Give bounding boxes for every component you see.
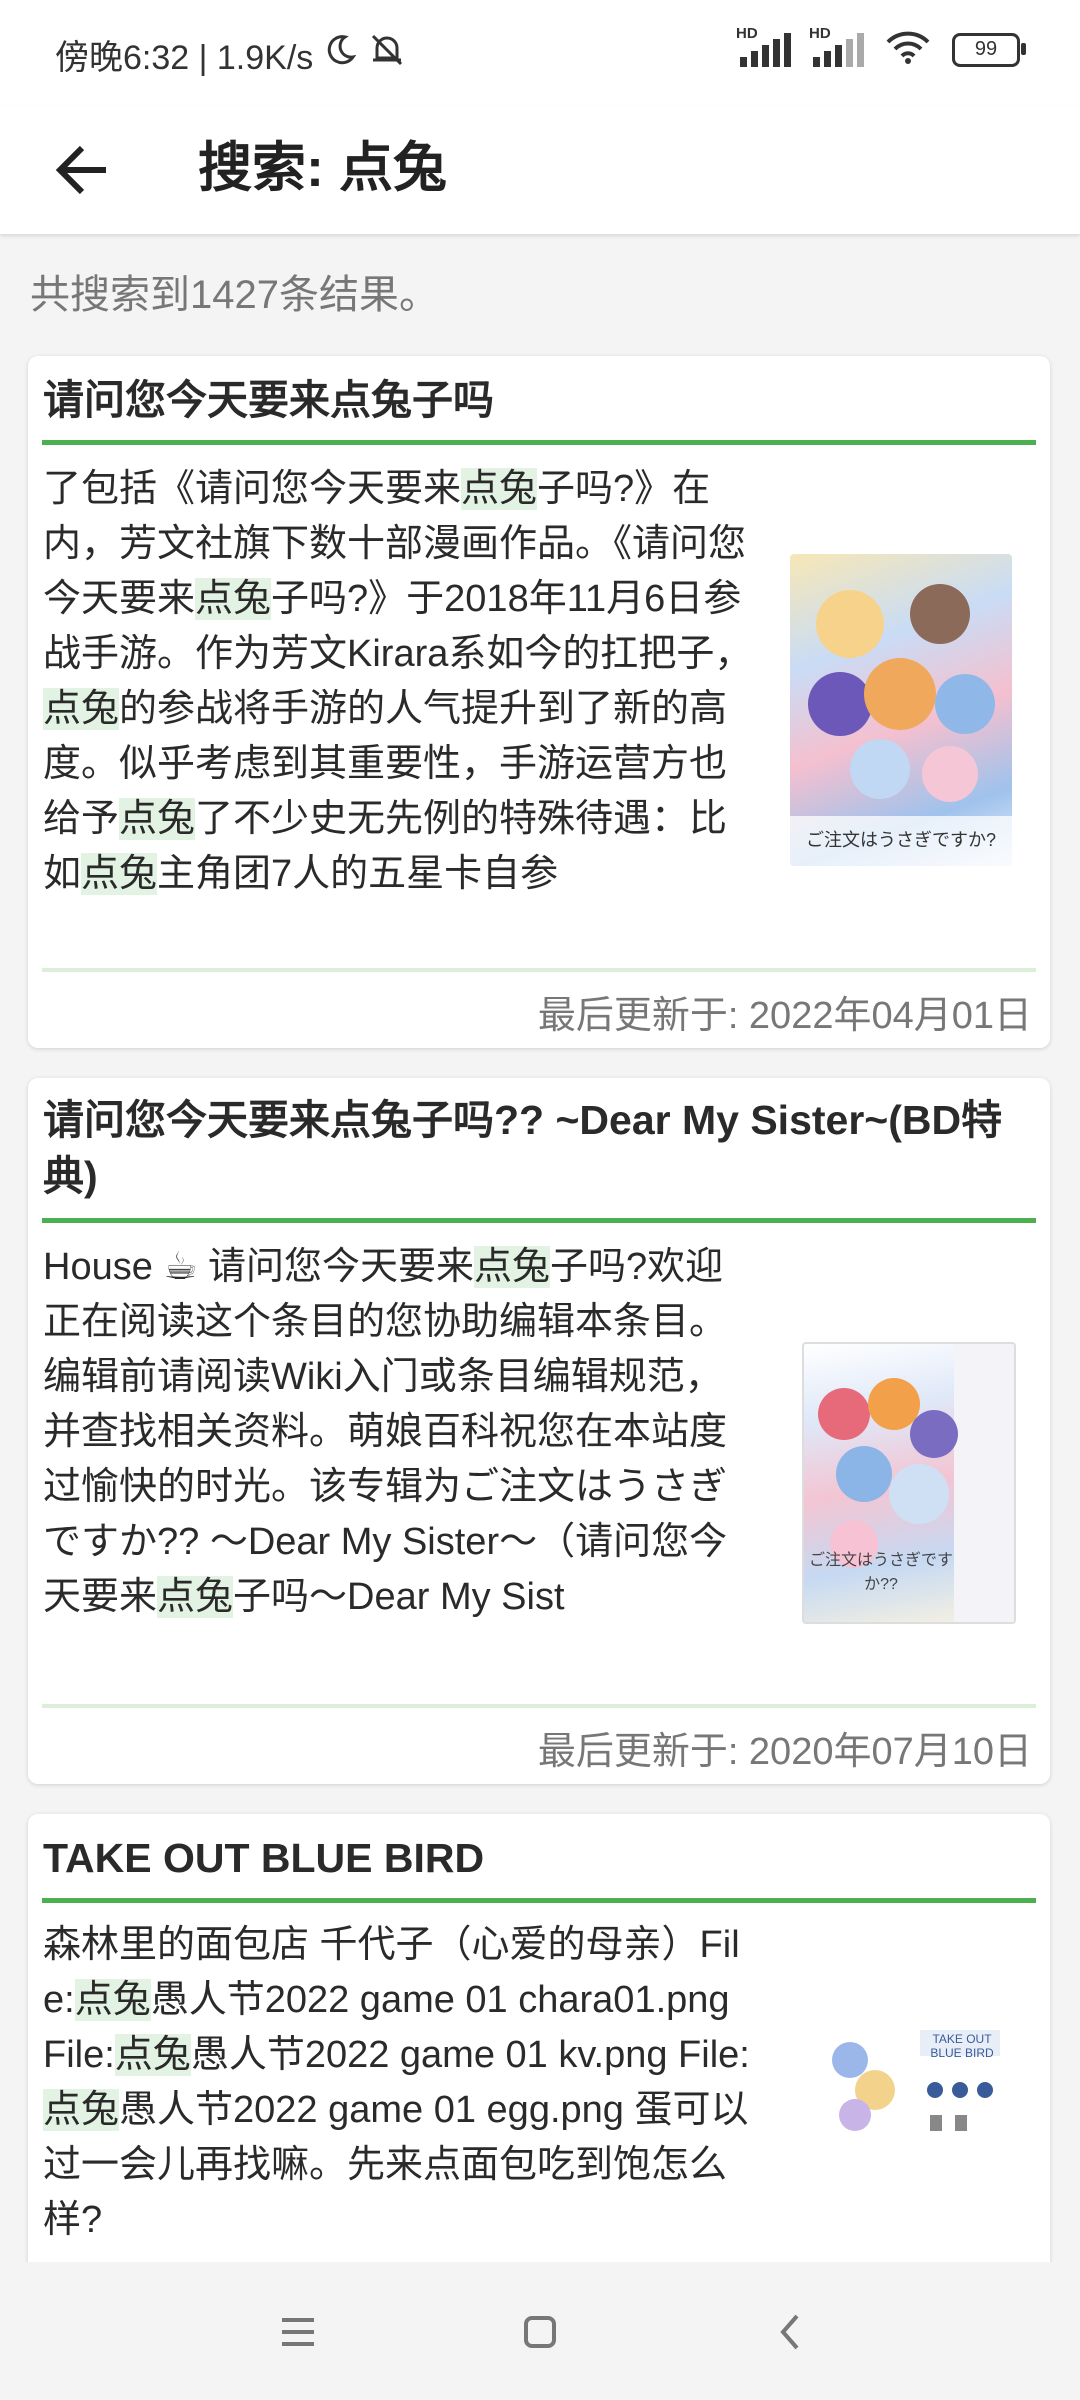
thumbnail-caption: ご注文はうさぎですか?? — [808, 1552, 953, 1593]
snippet-text: 了包括《请问您今天要来 — [43, 468, 462, 510]
keyword-highlight: 点兔 — [114, 2034, 191, 2076]
result-card[interactable]: TAKE OUT BLUE BIRD 森林里的面包店 千代子（心爱的母亲）Fil… — [28, 1814, 1050, 2274]
keyword-highlight: 点兔 — [474, 1246, 551, 1288]
snippet-text: House ☕ 请问您今天要来 — [43, 1246, 475, 1288]
battery-level: 99 — [974, 38, 998, 60]
thumbnail-caption: TAKE OUT BLUE BIRD — [930, 2032, 994, 2060]
back-chevron-icon — [780, 2314, 799, 2350]
battery-icon: 99 — [952, 32, 1026, 67]
app-bar: 搜索: 点兔 — [0, 106, 1080, 234]
result-thumbnail[interactable]: ご注文はうさぎですか?? — [802, 1342, 1016, 1624]
result-snippet: 了包括《请问您今天要来点兔子吗?》在内，芳文社旗下数十部漫画作品。《请问您今天要… — [43, 462, 758, 902]
keyword-highlight: 点兔 — [43, 688, 120, 730]
result-title: TAKE OUT BLUE BIRD — [43, 1835, 485, 1881]
navigation-bar — [0, 2262, 1080, 2400]
menu-button[interactable] — [268, 2302, 328, 2362]
keyword-highlight: 点兔 — [81, 853, 158, 895]
snippet-text: 子吗?欢迎正在阅读这个条目的您协助编辑本条目。编辑前请阅读Wiki入门或条目编辑… — [43, 1246, 728, 1618]
page-title: 搜索: 点兔 — [198, 138, 447, 198]
thumbnail-caption: ご注文はうさぎですか? — [805, 830, 996, 850]
status-bar: 傍晚6:32 | 1.9K/s HD HD 99 — [0, 0, 1080, 106]
keyword-highlight: 点兔 — [74, 1979, 151, 2021]
updated-date: 最后更新于: 2020年07月10日 — [537, 1731, 1032, 1773]
back-button[interactable] — [42, 130, 122, 210]
anime-artwork — [790, 584, 1012, 866]
result-snippet: 森林里的面包店 千代子（心爱的母亲）File:点兔愚人节2022 game 01… — [43, 1918, 758, 2248]
result-count: 共搜索到1427条结果。 — [30, 273, 439, 317]
moon-icon — [323, 33, 357, 76]
snippet-text: 愚人节2022 game 01 kv.png File: — [190, 2034, 750, 2076]
snippet-text: 主角团7人的五星卡自参 — [157, 853, 559, 895]
signal-icon: HD — [809, 25, 864, 67]
result-title: 请问您今天要来点兔子吗?? ~Dear My Sister~(BD特典) — [43, 1097, 1003, 1199]
result-thumbnail[interactable]: ご注文はうさぎですか? — [790, 554, 1012, 866]
network-type-label: HD — [809, 24, 831, 42]
keyword-highlight: 点兔 — [461, 468, 538, 510]
result-card[interactable]: 请问您今天要来点兔子吗 了包括《请问您今天要来点兔子吗?》在内，芳文社旗下数十部… — [28, 356, 1050, 1048]
footer-divider — [42, 968, 1036, 972]
result-title: 请问您今天要来点兔子吗 — [43, 377, 494, 423]
keyword-highlight: 点兔 — [119, 798, 196, 840]
result-card[interactable]: 请问您今天要来点兔子吗?? ~Dear My Sister~(BD特典) Hou… — [28, 1078, 1050, 1784]
network-type-label: HD — [736, 24, 758, 42]
wifi-icon — [886, 30, 930, 69]
home-button[interactable] — [510, 2302, 570, 2362]
updated-date: 最后更新于: 2022年04月01日 — [537, 995, 1032, 1037]
system-back-button[interactable] — [760, 2302, 820, 2362]
keyword-highlight: 点兔 — [195, 578, 272, 620]
back-arrow-icon — [55, 145, 106, 195]
title-divider — [42, 1218, 1036, 1223]
result-thumbnail[interactable]: TAKE OUT BLUE BIRD — [820, 2020, 1016, 2144]
mute-bell-icon — [367, 32, 407, 77]
footer-divider — [42, 1704, 1036, 1708]
menu-icon — [282, 2318, 314, 2346]
result-snippet: House ☕ 请问您今天要来点兔子吗?欢迎正在阅读这个条目的您协助编辑本条目。… — [43, 1240, 758, 1625]
status-time: 傍晚6:32 | 1.9K/s — [55, 39, 314, 77]
home-icon — [524, 2316, 556, 2348]
snippet-text: 子吗〜Dear My Sist — [233, 1576, 565, 1618]
title-divider — [42, 440, 1036, 445]
signal-icon: HD — [736, 25, 791, 67]
keyword-highlight: 点兔 — [43, 2089, 120, 2131]
snippet-text: 愚人节2022 game 01 egg.png 蛋可以过一会儿再找嘛。先来点面包… — [43, 2089, 749, 2241]
title-divider — [42, 1898, 1036, 1903]
keyword-highlight: 点兔 — [157, 1576, 234, 1618]
